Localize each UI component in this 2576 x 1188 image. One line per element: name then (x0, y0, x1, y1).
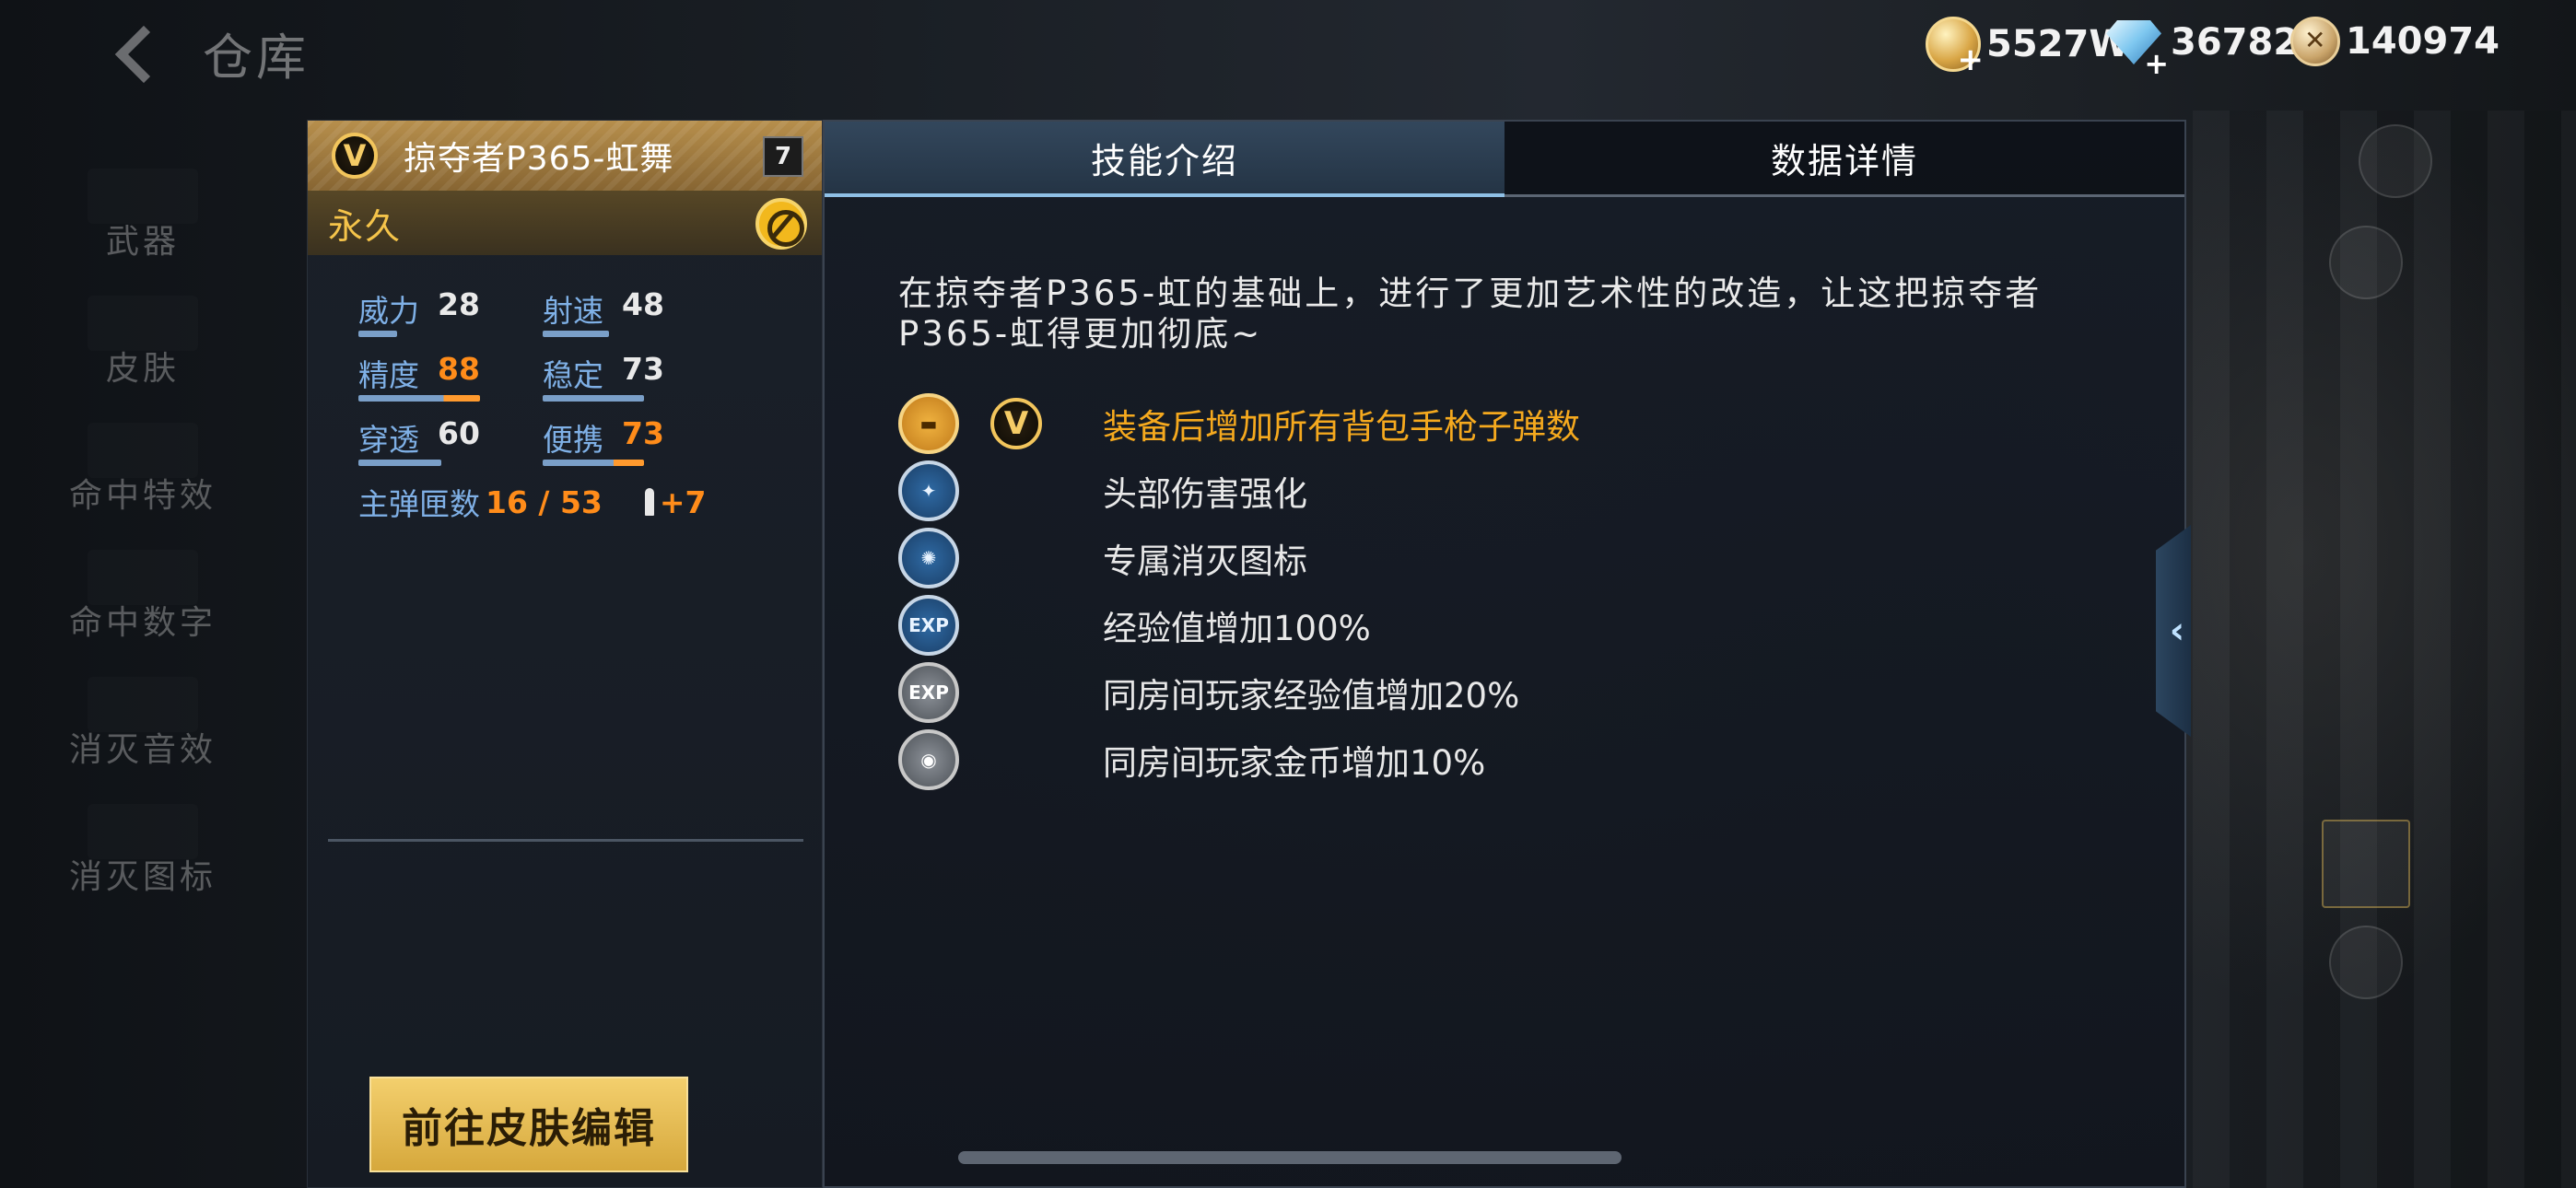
duration-row: 永久 (308, 191, 822, 255)
stat-stability: 稳定 73 (543, 351, 727, 415)
stat-penetration: 穿透 60 (358, 415, 543, 480)
skill-text: 经验值增加100% (1103, 609, 1371, 648)
bullet-icon (644, 488, 654, 516)
skill-text: 专属消灭图标 (1103, 542, 1307, 581)
ammo-value: 16 / 53 (486, 483, 603, 520)
skill-item: EXP 同房间玩家经验值增加20% (898, 662, 1519, 723)
sidebar: 武器 皮肤 命中特效 命中数字 消灭音效 消灭图标 (55, 152, 230, 914)
sidebar-item-hit-effects[interactable]: 命中特效 (55, 406, 230, 533)
medal-icon (2290, 17, 2340, 66)
sidebar-item-weapons[interactable]: 武器 (55, 152, 230, 279)
sidebar-item-kill-icons[interactable]: 消灭图标 (55, 787, 230, 914)
stat-accuracy: 精度 88 (358, 351, 543, 415)
skill-text: 头部伤害强化 (1103, 474, 1307, 514)
hand-hold-icon[interactable] (2329, 226, 2403, 299)
weapon-level-badge: 7 (763, 136, 803, 177)
weapon-stats: 威力 28 射速 48 精度 88 稳定 73 穿透 60 便携 73 主弹匣数 16 / … (358, 286, 727, 524)
headshot-icon: ✦ (898, 460, 959, 521)
skill-text: 同房间玩家金币增加10% (1103, 743, 1486, 783)
panel-collapse-toggle[interactable]: ‹ (2156, 525, 2191, 737)
ammo-bonus: +7 (659, 483, 707, 520)
skin-edit-button[interactable]: 前往皮肤编辑 (369, 1077, 688, 1172)
skill-item: ✺ 专属消灭图标 (898, 528, 1307, 588)
skill-item: ◉ 同房间玩家金币增加10% (898, 729, 1485, 790)
pistol-icon: ▬ (898, 393, 959, 454)
tab-data-details[interactable]: 数据详情 (1505, 122, 2184, 197)
diamond-icon (2102, 17, 2169, 81)
skin-description: 在掠夺者P365-虹的基础上，进行了更加艺术性的改造，让这把掠夺者P365-虹得… (898, 274, 2043, 354)
chevron-left-icon (101, 21, 166, 86)
skill-item: ✦ 头部伤害强化 (898, 460, 1307, 521)
tab-skills[interactable]: 技能介绍 (825, 122, 1505, 197)
wing-icon[interactable] (2322, 820, 2410, 908)
stat-bar (543, 395, 644, 402)
chevron-left-icon: ‹ (2169, 610, 2185, 652)
stat-power: 威力 28 (358, 286, 543, 351)
tab-bar: 技能介绍 数据详情 (825, 122, 2184, 197)
stat-bar (358, 331, 397, 337)
stat-bar (543, 460, 644, 466)
vip-v-icon: V (332, 133, 378, 179)
medal-amount: 140974 (2346, 20, 2500, 63)
sidebar-item-skins[interactable]: 皮肤 (55, 279, 230, 406)
stat-portability: 便携 73 (543, 415, 727, 480)
room-coin-icon: ◉ (898, 729, 959, 790)
skill-text: 同房间玩家经验值增加20% (1103, 676, 1520, 716)
skill-text: 装备后增加所有背包手枪子弹数 (1103, 407, 1580, 447)
duration-label: 永久 (328, 205, 403, 247)
back-button[interactable]: 仓库 (101, 17, 310, 89)
gold-coin-icon (1926, 17, 1984, 78)
prohibited-icon (755, 198, 807, 250)
skill-item: ▬ V 装备后增加所有背包手枪子弹数 (898, 393, 1580, 454)
sidebar-item-kill-sounds[interactable]: 消灭音效 (55, 660, 230, 787)
stat-bar (358, 460, 441, 466)
vip-v-icon: V (990, 398, 1042, 449)
page-title: 仓库 (203, 29, 310, 87)
ammo-row: 主弹匣数 16 / 53 +7 (358, 480, 727, 524)
weapon-header: V 掠夺者P365-虹舞 7 (308, 121, 822, 191)
weapon-name: 掠夺者P365-虹舞 (404, 140, 674, 178)
skill-panel: 技能介绍 数据详情 在掠夺者P365-虹的基础上，进行了更加艺术性的改造，让这把… (823, 120, 2186, 1188)
currency-gold[interactable]: 5527W (1926, 17, 2129, 78)
weapon-info-panel: V 掠夺者P365-虹舞 7 永久 威力 28 射速 48 精度 88 稳定 73 穿透… (307, 120, 823, 1188)
sidebar-item-hit-numbers[interactable]: 命中数字 (55, 533, 230, 660)
currency-diamond[interactable]: 36782 (2102, 17, 2300, 81)
settings-icon[interactable] (2359, 124, 2432, 198)
exp-icon: EXP (898, 595, 959, 656)
divider (328, 839, 803, 842)
currency-medal[interactable]: 140974 (2290, 17, 2500, 66)
home-indicator (958, 1151, 1622, 1164)
game-screen: 仓库 5527W 36782 140974 武器 皮肤 命中特效 命中数字 消灭… (0, 0, 2576, 1188)
ammo-label: 主弹匣数 (358, 486, 480, 522)
stat-fire-rate: 射速 48 (543, 286, 727, 351)
skill-item: EXP 经验值增加100% (898, 595, 1371, 656)
room-exp-icon: EXP (898, 662, 959, 723)
stat-bar (543, 331, 609, 337)
diamond-amount: 36782 (2171, 21, 2300, 64)
radiation-icon[interactable] (2329, 926, 2403, 999)
stat-bar (358, 395, 480, 402)
kill-icon-icon: ✺ (898, 528, 959, 588)
